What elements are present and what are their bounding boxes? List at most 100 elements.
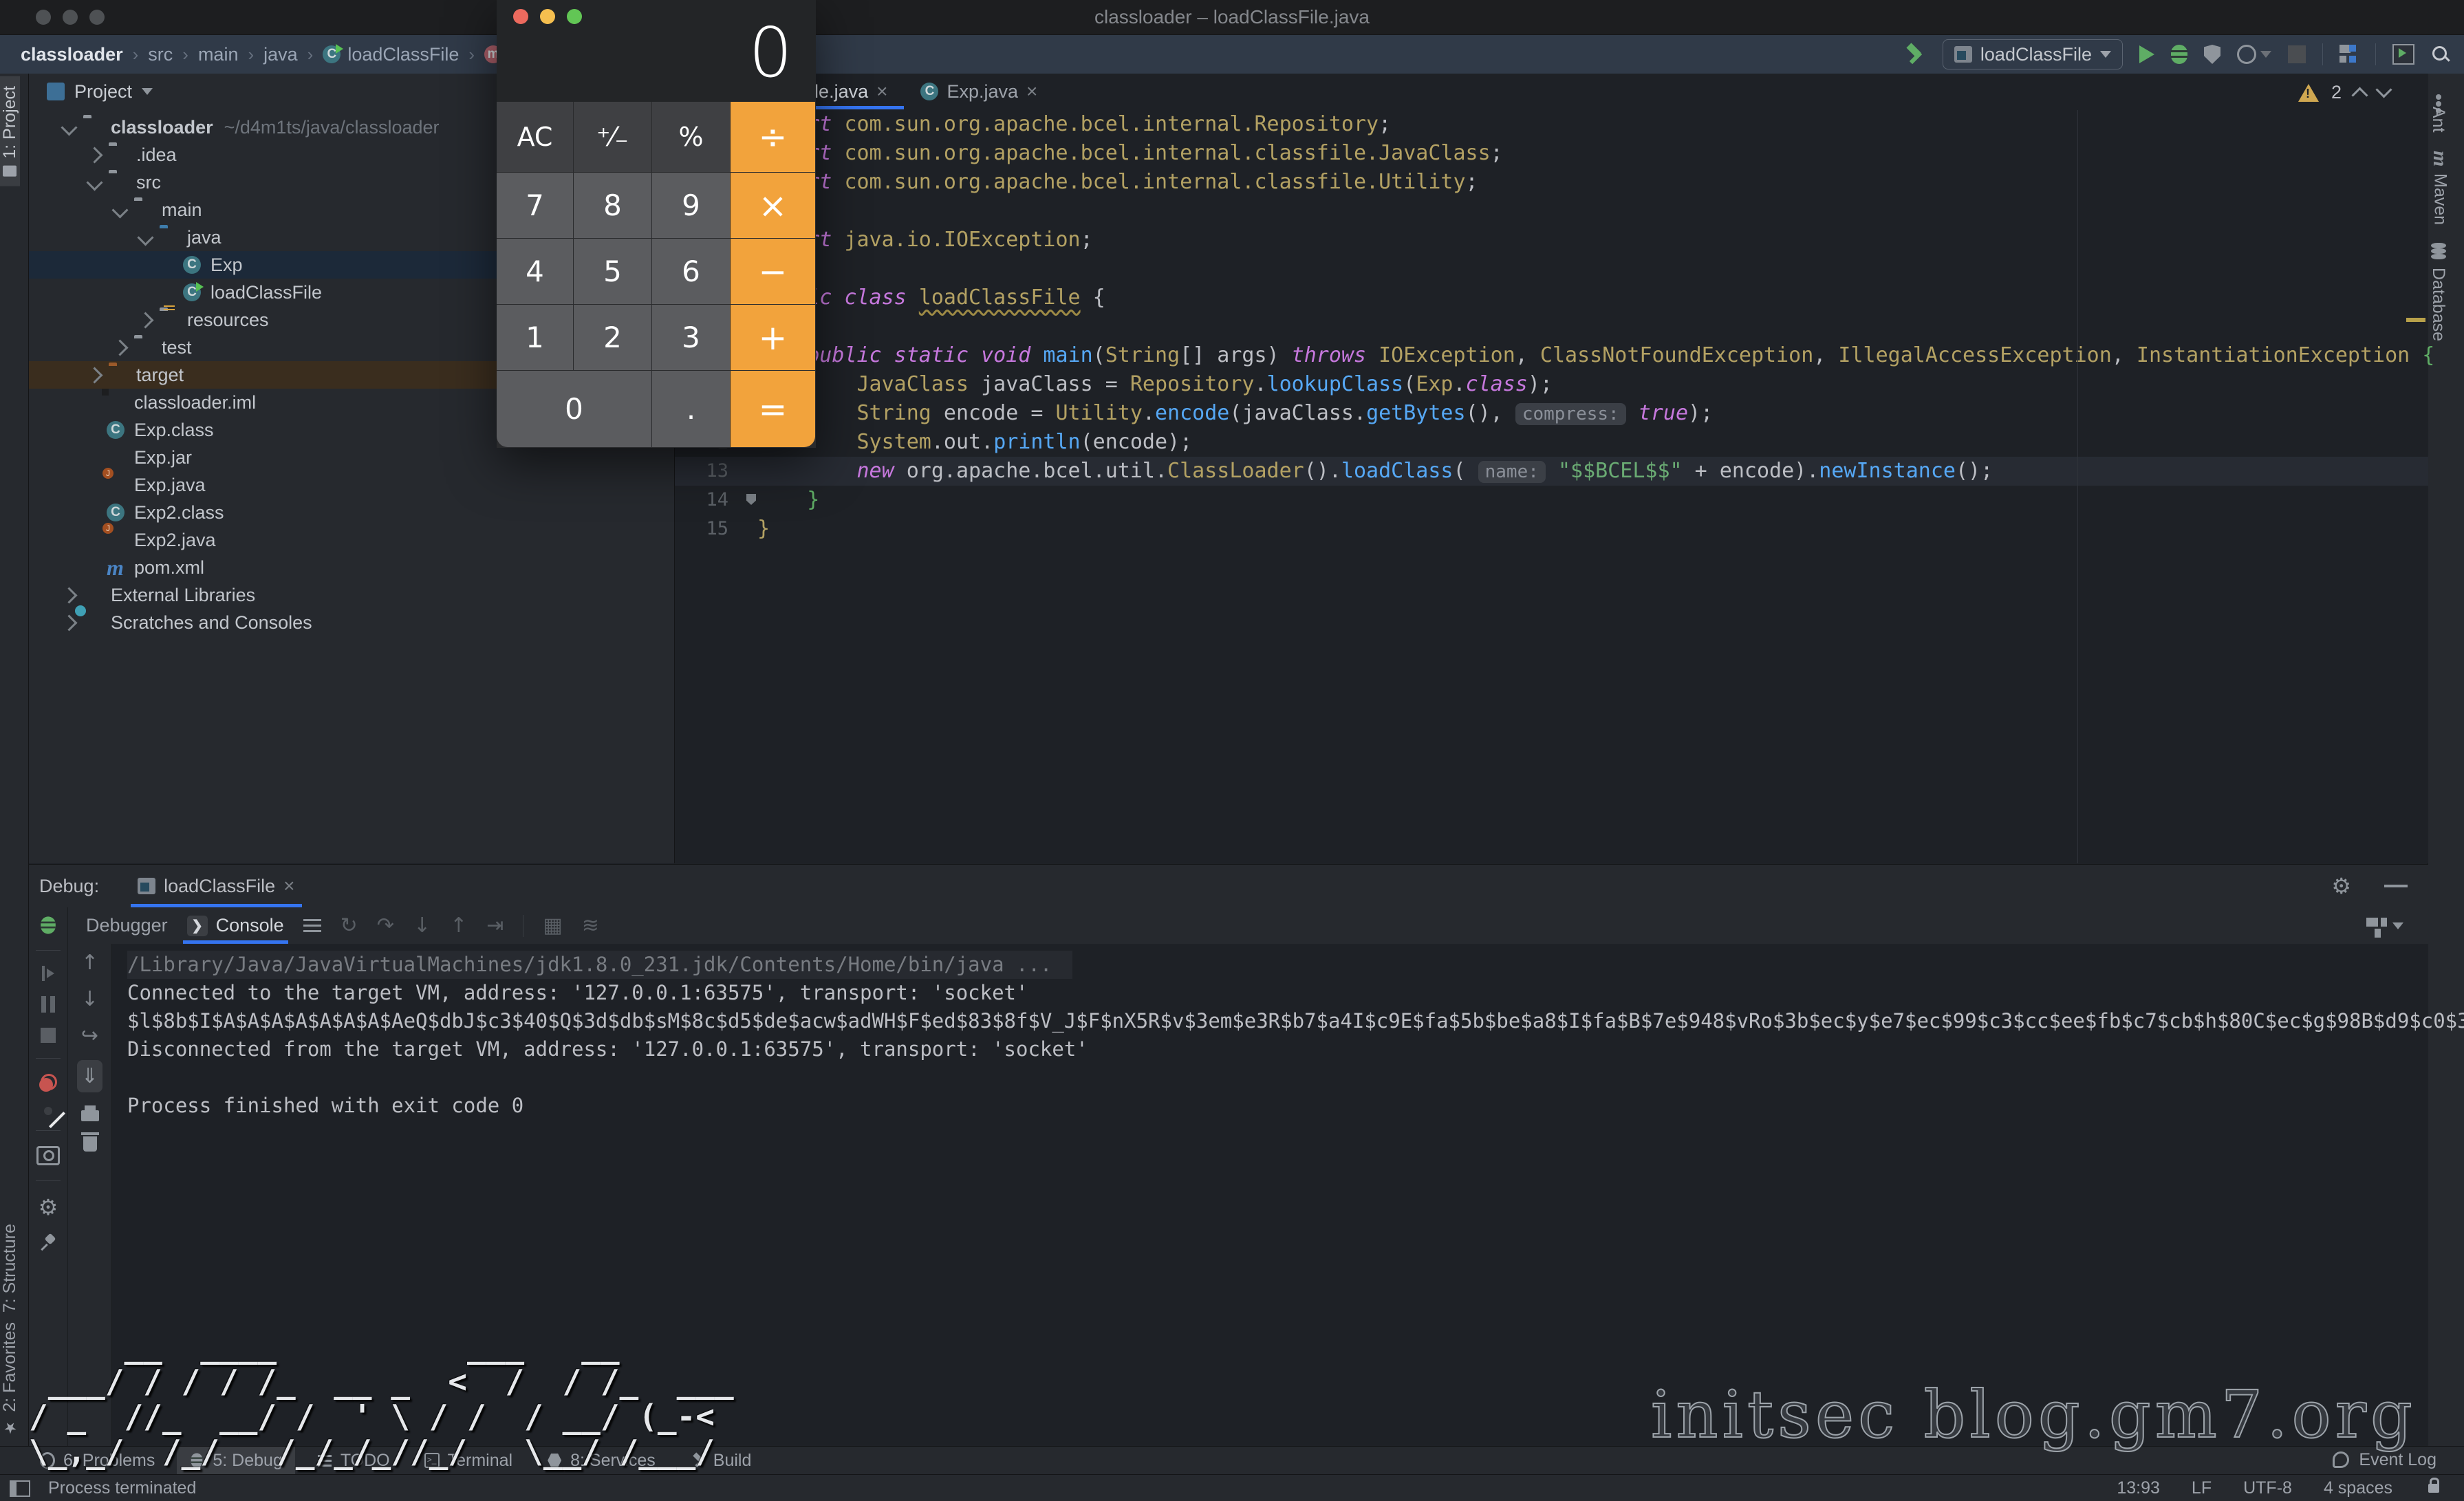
- project-structure-icon[interactable]: [2339, 45, 2359, 64]
- chevron-right-icon[interactable]: [86, 146, 103, 164]
- pin-tab-icon[interactable]: [39, 1233, 57, 1251]
- indent-setting[interactable]: 4 spaces: [2324, 1478, 2392, 1498]
- step-over-icon[interactable]: ↷: [377, 914, 394, 938]
- stop-process-icon[interactable]: [41, 1028, 56, 1043]
- calc-button-8[interactable]: 8: [574, 173, 651, 238]
- caret-position[interactable]: 13:93: [2117, 1478, 2160, 1498]
- chevron-right-icon[interactable]: [86, 366, 103, 384]
- up-stack-icon[interactable]: ↑: [81, 951, 98, 975]
- scroll-to-end-toggle[interactable]: ⇓: [76, 1060, 103, 1092]
- calc-button-7[interactable]: 7: [497, 173, 573, 238]
- sidebar-item-maven[interactable]: m Maven: [2428, 151, 2452, 225]
- chevron-right-icon[interactable]: [137, 311, 154, 329]
- chevron-right-icon[interactable]: [61, 614, 78, 631]
- tab-debugger[interactable]: Debugger: [86, 907, 168, 944]
- calc-button-1[interactable]: 1: [497, 305, 573, 370]
- print-icon[interactable]: [80, 1105, 99, 1121]
- pause-program-icon[interactable]: [41, 996, 55, 1013]
- close-icon[interactable]: ×: [1026, 80, 1037, 102]
- close-icon[interactable]: ×: [283, 875, 294, 897]
- down-stack-icon[interactable]: ↓: [81, 987, 98, 1011]
- chevron-down-icon[interactable]: [86, 173, 103, 191]
- debug-button[interactable]: [2171, 45, 2187, 64]
- breadcrumb-item-src[interactable]: src: [148, 44, 173, 65]
- breadcrumb-item-java[interactable]: java: [263, 44, 298, 65]
- sidebar-item-project[interactable]: 1: Project: [0, 76, 20, 186]
- rerun-debug-icon[interactable]: [41, 916, 56, 934]
- prev-problem-icon[interactable]: [2351, 87, 2368, 104]
- sidebar-item-favorites[interactable]: ★ 2: Favorites: [0, 1313, 20, 1446]
- inspection-widget[interactable]: 2: [2298, 81, 2392, 104]
- step-into-icon[interactable]: ↓: [413, 914, 431, 938]
- sidebar-item-database[interactable]: Database: [2428, 242, 2448, 341]
- debug-settings-icon[interactable]: ⚙: [39, 1196, 58, 1218]
- calc-button-6[interactable]: 6: [652, 239, 730, 304]
- calc-button-%[interactable]: %: [652, 102, 730, 172]
- calc-zoom-icon[interactable]: [567, 9, 582, 24]
- calc-button-.[interactable]: .: [652, 371, 730, 447]
- calc-button-=[interactable]: =: [731, 371, 815, 447]
- breadcrumb-item-loadClassFile[interactable]: CloadClassFile: [323, 44, 459, 65]
- calc-button-0[interactable]: 0: [497, 371, 651, 447]
- show-execution-point-icon[interactable]: ↻: [341, 914, 358, 938]
- calc-button-3[interactable]: 3: [652, 305, 730, 370]
- layout-settings-icon[interactable]: [2366, 917, 2387, 934]
- view-breakpoints-icon[interactable]: [39, 1074, 57, 1092]
- debug-session-tab[interactable]: loadClassFile ×: [131, 865, 302, 907]
- run-configuration-select[interactable]: loadClassFile: [1942, 39, 2123, 69]
- tab-exp-java[interactable]: C Exp.java ×: [904, 74, 1054, 109]
- evaluate-expression-icon[interactable]: ▦: [543, 914, 562, 938]
- search-everywhere-icon[interactable]: [2431, 45, 2450, 64]
- calc-button-5[interactable]: 5: [574, 239, 651, 304]
- lock-icon[interactable]: [2428, 1478, 2439, 1493]
- calc-button-AC[interactable]: AC: [497, 102, 573, 172]
- tree-item-Scratches and Consoles[interactable]: Scratches and Consoles: [29, 609, 674, 636]
- code-editor[interactable]: 1import com.sun.org.apache.bcel.internal…: [675, 110, 2434, 863]
- tool-window-layout-icon[interactable]: [10, 1480, 30, 1497]
- calc-button-⁺⁄₋[interactable]: ⁺⁄₋: [574, 102, 651, 172]
- calc-button-÷[interactable]: ÷: [731, 102, 815, 172]
- breadcrumb-item-classloader[interactable]: classloader: [21, 44, 123, 65]
- line-ending[interactable]: LF: [2192, 1478, 2212, 1498]
- stop-button[interactable]: [2288, 45, 2306, 63]
- calc-button-4[interactable]: 4: [497, 239, 573, 304]
- sidebar-item-structure[interactable]: 7: Structure: [0, 1214, 20, 1322]
- chevron-right-icon[interactable]: [61, 586, 78, 604]
- run-button[interactable]: [2139, 45, 2154, 63]
- calc-button-−[interactable]: −: [731, 239, 815, 304]
- menu-icon[interactable]: [303, 919, 321, 921]
- calc-button-×[interactable]: ×: [731, 173, 815, 238]
- chevron-right-icon[interactable]: [111, 338, 129, 356]
- minimize-panel-icon[interactable]: [2384, 885, 2408, 887]
- next-problem-icon[interactable]: [2375, 81, 2392, 98]
- close-icon[interactable]: ×: [876, 80, 887, 102]
- gear-icon[interactable]: ⚙: [2331, 875, 2351, 897]
- coverage-button[interactable]: [2204, 45, 2220, 64]
- clear-console-icon[interactable]: [80, 1132, 99, 1152]
- mute-breakpoints-toggle[interactable]: [44, 1107, 52, 1115]
- tab-console[interactable]: ❯ Console: [182, 907, 288, 944]
- profiler-button[interactable]: [2237, 45, 2271, 64]
- step-out-icon[interactable]: ↑: [450, 914, 467, 938]
- build-icon[interactable]: [1905, 44, 1926, 65]
- run-anything-icon[interactable]: [2392, 44, 2414, 65]
- tree-item-External Libraries[interactable]: External Libraries: [29, 581, 674, 609]
- sidebar-item-ant[interactable]: Ant: [2428, 94, 2448, 133]
- chevron-down-icon[interactable]: [111, 201, 129, 219]
- calc-close-icon[interactable]: [513, 9, 528, 24]
- calc-button-+[interactable]: +: [731, 305, 815, 370]
- run-to-cursor-icon[interactable]: ⇥: [486, 914, 504, 938]
- thread-dump-icon[interactable]: [36, 1146, 60, 1165]
- calc-button-9[interactable]: 9: [652, 173, 730, 238]
- tree-item-pom.xml[interactable]: m pom.xml: [29, 554, 674, 581]
- soft-wrap-icon[interactable]: ↪: [81, 1024, 98, 1048]
- calc-button-2[interactable]: 2: [574, 305, 651, 370]
- calc-minimize-icon[interactable]: [540, 9, 555, 24]
- tree-item-Exp2.class[interactable]: C Exp2.class: [29, 499, 674, 526]
- tree-item-Exp.java[interactable]: Exp.java: [29, 471, 674, 499]
- restore-layout-icon[interactable]: ≋: [582, 914, 599, 938]
- chevron-down-icon[interactable]: [137, 228, 154, 246]
- tree-item-Exp.jar[interactable]: Exp.jar: [29, 444, 674, 471]
- resume-program-icon[interactable]: [42, 966, 54, 981]
- file-encoding[interactable]: UTF-8: [2243, 1478, 2292, 1498]
